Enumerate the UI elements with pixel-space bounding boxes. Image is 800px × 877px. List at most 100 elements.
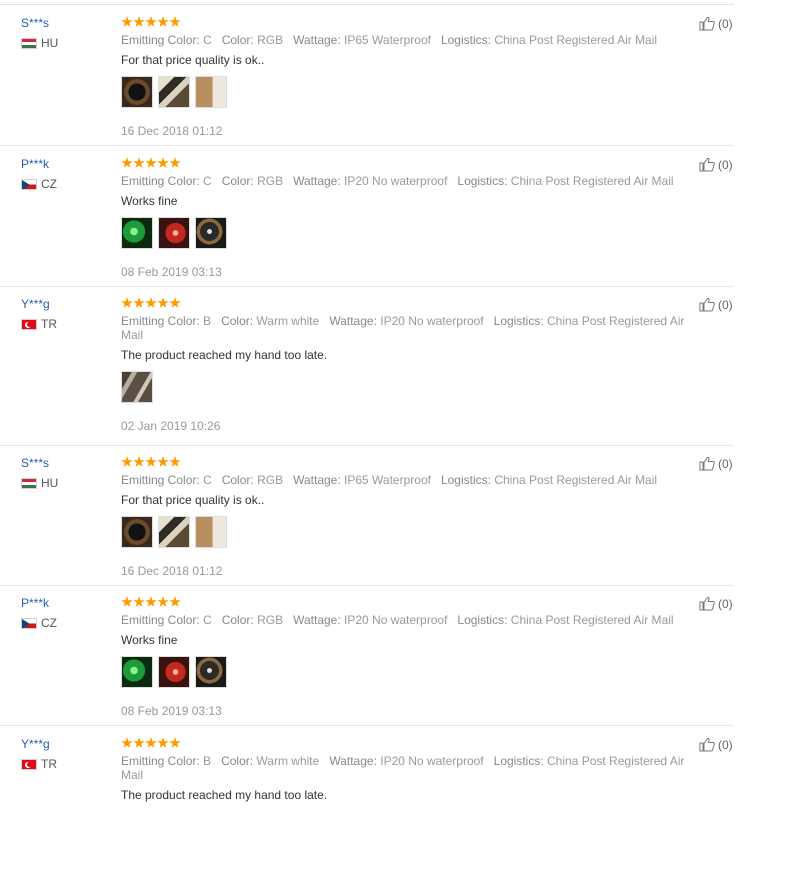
star-icon [133, 456, 145, 467]
attr-wattage-label: Wattage: [293, 33, 341, 47]
star-icon [121, 456, 133, 467]
attr-emitting-color-value: C [203, 33, 212, 47]
reviewer-name[interactable]: S***s [21, 456, 58, 470]
review-divider [0, 145, 734, 146]
country-code: TR [41, 757, 57, 771]
review-divider [0, 585, 734, 586]
star-icon [121, 596, 133, 607]
photo-led-strip-thumbnail[interactable] [158, 76, 190, 108]
sku-attributes: Emitting Color: B Color: Warm white Wattag… [121, 314, 711, 342]
review-body: Emitting Color: C Color: RGB Wattage: IP65… [121, 16, 711, 138]
photo-controller-thumbnail[interactable] [195, 656, 227, 688]
star-rating [121, 16, 711, 30]
star-icon [157, 596, 169, 607]
star-icon [169, 456, 181, 467]
thumbs-up-icon [699, 157, 715, 172]
reviewer-name[interactable]: P***k [21, 596, 57, 610]
attr-emitting-color: Emitting Color: C [121, 473, 212, 487]
attr-logistics-value: China Post Registered Air Mail [494, 473, 658, 487]
review-photos [121, 76, 711, 110]
review-item: P***k CZ Emitting Color: C Color: RGB Wattag… [0, 157, 734, 297]
helpful-button[interactable]: (0) [699, 456, 733, 471]
star-icon [157, 456, 169, 467]
reviewer-name[interactable]: S***s [21, 16, 58, 30]
attr-logistics-label: Logistics: [493, 754, 544, 768]
attr-emitting-color-value: B [203, 314, 212, 328]
reviewer-country: TR [21, 317, 57, 331]
photo-led-strip-thumbnail[interactable] [158, 516, 190, 548]
attr-color: Color: Warm white [221, 314, 319, 328]
review-divider [0, 286, 734, 287]
attr-logistics-label: Logistics: [457, 174, 508, 188]
photo-remote-thumbnail[interactable] [121, 516, 153, 548]
star-icon [169, 16, 181, 27]
reviewer-country: TR [21, 757, 57, 771]
review-date: 08 Feb 2019 03:13 [121, 704, 222, 718]
attr-wattage: Wattage: IP20 No waterproof [329, 314, 483, 328]
photo-package-thumbnail[interactable] [195, 76, 227, 108]
helpful-button[interactable]: (0) [699, 596, 733, 611]
photo-remote-thumbnail[interactable] [121, 76, 153, 108]
country-flag-icon [21, 178, 37, 190]
star-rating [121, 297, 711, 311]
attr-wattage: Wattage: IP20 No waterproof [329, 754, 483, 768]
photo-strip-closeup-thumbnail[interactable] [121, 371, 153, 403]
helpful-button[interactable]: (0) [699, 157, 733, 172]
photo-package-thumbnail[interactable] [195, 516, 227, 548]
helpful-button[interactable]: (0) [699, 297, 733, 312]
attr-wattage-value: IP65 Waterproof [344, 473, 431, 487]
star-icon [121, 737, 133, 748]
attr-logistics-value: China Post Registered Air Mail [510, 613, 674, 627]
review-item: S***s HU Emitting Color: C Color: RGB Wattag… [0, 16, 734, 156]
sku-attributes: Emitting Color: C Color: RGB Wattage: IP20… [121, 174, 711, 188]
review-date: 16 Dec 2018 01:12 [121, 564, 223, 578]
reviewer-name[interactable]: P***k [21, 157, 57, 171]
attr-logistics-value: China Post Registered Air Mail [494, 33, 658, 47]
star-icon [121, 297, 133, 308]
sku-attributes: Emitting Color: C Color: RGB Wattage: IP20… [121, 613, 711, 627]
helpful-button[interactable]: (0) [699, 737, 733, 752]
attr-wattage: Wattage: IP65 Waterproof [293, 33, 431, 47]
reviewer-name[interactable]: Y***g [21, 737, 57, 751]
review-text: Works fine [121, 194, 178, 208]
helpful-count: (0) [718, 297, 733, 312]
review-body: Emitting Color: C Color: RGB Wattage: IP20… [121, 596, 711, 718]
attr-emitting-color: Emitting Color: C [121, 613, 212, 627]
thumbs-up-icon [699, 596, 715, 611]
reviewer-info: S***s HU [21, 16, 58, 50]
attr-emitting-color-label: Emitting Color: [121, 174, 200, 188]
reviewer-info: S***s HU [21, 456, 58, 490]
photo-red-led-thumbnail[interactable] [158, 217, 190, 249]
review-item: Y***g TR Emitting Color: B Color: Warm whit… [0, 297, 734, 446]
review-date: 16 Dec 2018 01:12 [121, 124, 223, 138]
photo-green-led-thumbnail[interactable] [121, 656, 153, 688]
country-code: HU [41, 36, 59, 50]
photo-controller-thumbnail[interactable] [195, 217, 227, 249]
attr-wattage-value: IP20 No waterproof [344, 613, 448, 627]
attr-color-value: Warm white [256, 754, 320, 768]
country-flag-icon [21, 477, 37, 489]
helpful-count: (0) [718, 16, 733, 31]
helpful-count: (0) [718, 456, 733, 471]
attr-emitting-color-label: Emitting Color: [121, 754, 200, 768]
attr-wattage-value: IP20 No waterproof [380, 314, 484, 328]
star-icon [169, 297, 181, 308]
attr-color-label: Color: [221, 314, 254, 328]
attr-color-label: Color: [221, 174, 254, 188]
star-icon [121, 157, 133, 168]
attr-wattage-label: Wattage: [329, 754, 377, 768]
helpful-button[interactable]: (0) [699, 16, 733, 31]
reviewer-name[interactable]: Y***g [21, 297, 57, 311]
helpful-count: (0) [718, 737, 733, 752]
star-icon [145, 16, 157, 27]
attr-emitting-color-value: C [203, 473, 212, 487]
country-flag-icon [21, 617, 37, 629]
attr-emitting-color: Emitting Color: C [121, 33, 212, 47]
attr-emitting-color-value: C [203, 174, 212, 188]
photo-red-led-thumbnail[interactable] [158, 656, 190, 688]
attr-logistics-label: Logistics: [440, 33, 491, 47]
attr-emitting-color: Emitting Color: B [121, 314, 211, 328]
review-divider [0, 445, 734, 446]
attr-wattage: Wattage: IP20 No waterproof [293, 174, 447, 188]
photo-green-led-thumbnail[interactable] [121, 217, 153, 249]
